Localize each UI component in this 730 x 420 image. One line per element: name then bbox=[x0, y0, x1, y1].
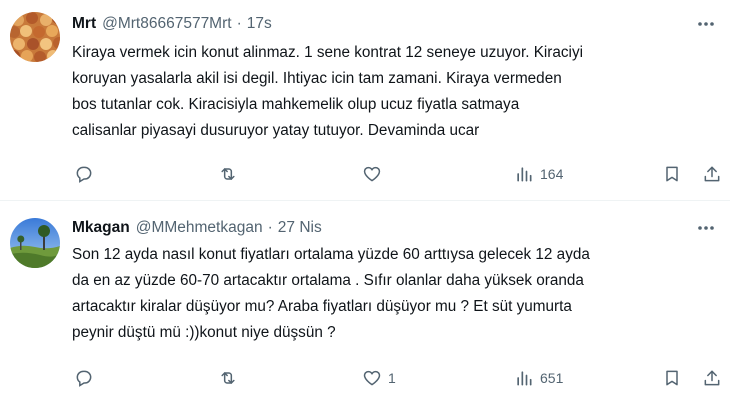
tweet-header: Mrt @Mrt86667577Mrt · 17s bbox=[72, 13, 272, 35]
reply-icon bbox=[76, 166, 92, 183]
share-button[interactable] bbox=[702, 366, 722, 390]
bookmark-button[interactable] bbox=[662, 162, 682, 186]
views-button[interactable]: 164 bbox=[514, 162, 563, 186]
separator-dot: · bbox=[267, 219, 273, 236]
views-count: 651 bbox=[540, 370, 564, 386]
avatar[interactable] bbox=[10, 12, 60, 62]
display-name[interactable]: Mkagan bbox=[72, 219, 130, 237]
bookmark-button[interactable] bbox=[662, 366, 682, 390]
tweet[interactable]: Mrt @Mrt86667577Mrt · 17s Kiraya vermek … bbox=[0, 0, 730, 200]
heart-icon bbox=[363, 370, 381, 386]
like-count: 1 bbox=[388, 370, 396, 386]
reply-icon bbox=[76, 370, 92, 387]
like-button[interactable]: 1 bbox=[362, 366, 396, 390]
views-button[interactable]: 651 bbox=[514, 366, 563, 390]
views-icon bbox=[517, 371, 532, 386]
views-count: 164 bbox=[540, 166, 564, 182]
display-name[interactable]: Mrt bbox=[72, 15, 96, 33]
tweet-text: Son 12 ayda nasıl konut fiyatları ortala… bbox=[72, 246, 590, 341]
bookmark-icon bbox=[666, 166, 678, 182]
retweet-icon bbox=[221, 372, 235, 384]
share-icon bbox=[704, 370, 720, 386]
views-icon bbox=[517, 167, 532, 182]
timestamp[interactable]: 17s bbox=[247, 15, 272, 33]
heart-icon bbox=[363, 166, 381, 182]
separator-dot: · bbox=[236, 15, 242, 32]
timestamp[interactable]: 27 Nis bbox=[278, 219, 322, 237]
user-handle[interactable]: @Mrt86667577Mrt bbox=[102, 15, 231, 33]
like-button[interactable] bbox=[362, 162, 388, 186]
reply-button[interactable] bbox=[74, 162, 100, 186]
share-icon bbox=[704, 166, 720, 182]
tweet-text: Kiraya vermek icin konut alinmaz. 1 sene… bbox=[72, 44, 583, 139]
tweet-header: Mkagan @MMehmetkagan · 27 Nis bbox=[72, 217, 322, 239]
retweet-button[interactable] bbox=[218, 162, 244, 186]
retweet-button[interactable] bbox=[218, 366, 244, 390]
retweet-icon bbox=[221, 168, 235, 180]
more-horizontal-icon[interactable] bbox=[696, 14, 716, 34]
bookmark-icon bbox=[666, 370, 678, 386]
tweet-divider bbox=[0, 200, 730, 201]
avatar[interactable] bbox=[10, 218, 60, 268]
action-bar: 1 651 bbox=[72, 366, 722, 390]
user-handle[interactable]: @MMehmetkagan bbox=[136, 219, 263, 237]
reply-button[interactable] bbox=[74, 366, 100, 390]
action-bar: 164 bbox=[72, 162, 722, 186]
more-horizontal-icon[interactable] bbox=[696, 218, 716, 238]
share-button[interactable] bbox=[702, 162, 722, 186]
